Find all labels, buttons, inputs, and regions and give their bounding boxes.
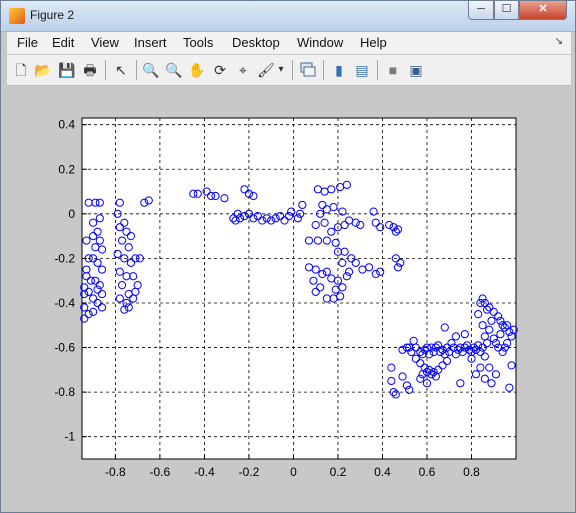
edit-plot-icon[interactable]: ↖ [111, 60, 131, 80]
x-tick-label: -0.4 [194, 465, 215, 479]
window-title: Figure 2 [30, 8, 75, 22]
show-plot-tools-icon[interactable]: ▣ [406, 60, 426, 80]
x-tick-label: 0.6 [419, 465, 436, 479]
y-tick-label: -0.6 [54, 341, 75, 355]
insert-colorbar-icon[interactable]: ▮ [329, 60, 349, 80]
brush-icon[interactable]: 🖌 [256, 60, 276, 80]
title-bar[interactable]: Figure 2 ─ ☐ ✕ [1, 1, 575, 32]
y-tick-label: -1 [64, 430, 75, 444]
maximize-button[interactable]: ☐ [494, 1, 519, 20]
y-tick-label: -0.8 [54, 385, 75, 399]
menu-view[interactable]: View [91, 35, 119, 50]
scatter-plot[interactable]: -0.8 -0.6 -0.4 -0.2 0 0.2 0.4 0.6 0.8 0.4 0.2 0 -0.2… [7, 86, 571, 506]
x-tick-label: -0.6 [150, 465, 171, 479]
matlab-icon [9, 8, 25, 24]
link-plot-icon[interactable] [298, 60, 318, 80]
x-tick-label: -0.2 [239, 465, 260, 479]
toolbar-separator [377, 60, 378, 80]
menu-edit[interactable]: Edit [52, 35, 74, 50]
y-tick-label: 0.4 [58, 118, 75, 132]
toolbar-separator [292, 60, 293, 80]
menu-help[interactable]: Help [360, 35, 387, 50]
menu-tools[interactable]: Tools [183, 35, 213, 50]
y-tick-label: 0.2 [58, 162, 75, 176]
zoom-in-icon[interactable]: 🔍 [141, 60, 161, 80]
close-button[interactable]: ✕ [519, 1, 567, 20]
new-figure-icon[interactable]: 🗋 [11, 60, 31, 80]
open-file-icon[interactable]: 📂 [33, 60, 53, 80]
toolbar: 🗋 📂 💾 🖶 ↖ 🔍 🔍 ✋ ⟳ ⌖ 🖌 ▾ ▮ ▤ ■ ▣ [7, 55, 571, 86]
menu-desktop[interactable]: Desktop [232, 35, 280, 50]
minimize-button[interactable]: ─ [468, 1, 494, 20]
rotate-3d-icon[interactable]: ⟳ [210, 60, 230, 80]
menu-file[interactable]: File [17, 35, 38, 50]
y-tick-label: 0 [68, 207, 75, 221]
figure-canvas: -0.8 -0.6 -0.4 -0.2 0 0.2 0.4 0.6 0.8 0.4 0.2 0 -0.2… [7, 86, 571, 506]
hide-plot-tools-icon[interactable]: ■ [383, 60, 403, 80]
toolbar-separator [136, 60, 137, 80]
y-tick-label: -0.2 [54, 251, 75, 265]
x-tick-label: 0.4 [374, 465, 391, 479]
insert-legend-icon[interactable]: ▤ [352, 60, 372, 80]
x-tick-label: -0.8 [105, 465, 126, 479]
menu-bar: File Edit View Insert Tools Desktop Wind… [7, 32, 571, 54]
menu-insert[interactable]: Insert [134, 35, 167, 50]
menu-window[interactable]: Window [297, 35, 343, 50]
data-cursor-icon[interactable]: ⌖ [233, 60, 253, 80]
y-tick-label: -0.4 [54, 296, 75, 310]
x-tick-label: 0.8 [463, 465, 480, 479]
save-icon[interactable]: 💾 [57, 60, 77, 80]
zoom-out-icon[interactable]: 🔍 [164, 60, 184, 80]
toolbar-separator [105, 60, 106, 80]
x-tick-label: 0.2 [330, 465, 347, 479]
brush-dropdown-icon[interactable]: ▾ [275, 60, 287, 80]
figure-window: Figure 2 ─ ☐ ✕ File Edit View Insert Too… [0, 0, 576, 513]
print-icon[interactable]: 🖶 [80, 60, 100, 80]
pan-icon[interactable]: ✋ [187, 60, 207, 80]
menu-dock-arrow-icon[interactable]: ↘ [555, 36, 563, 47]
x-tick-label: 0 [290, 465, 297, 479]
toolbar-separator [323, 60, 324, 80]
